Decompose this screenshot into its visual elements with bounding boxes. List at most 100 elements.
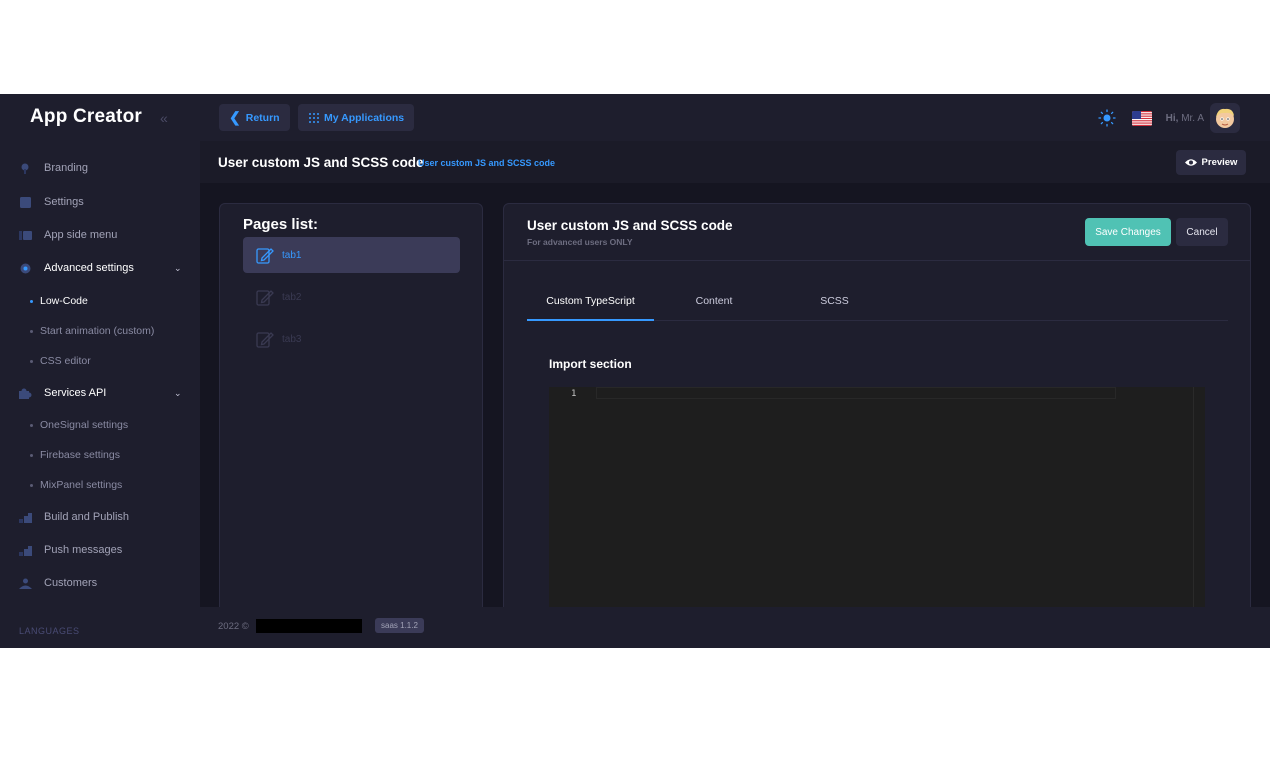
- cancel-button[interactable]: Cancel: [1176, 218, 1228, 246]
- sidebar-subitem-label: OneSignal settings: [40, 419, 129, 431]
- code-input-area[interactable]: 1: [549, 387, 1205, 624]
- chart-icon: [19, 545, 32, 556]
- avatar[interactable]: [1210, 103, 1240, 133]
- chevron-left-icon: ❮: [229, 109, 241, 125]
- my-applications-button[interactable]: My Applications: [298, 104, 415, 131]
- puzzle-icon: [19, 388, 32, 399]
- save-changes-button[interactable]: Save Changes: [1085, 218, 1171, 246]
- editor-tabs: Custom TypeScript Content SCSS: [527, 286, 1228, 321]
- sidebar-subitem-firebase[interactable]: Firebase settings: [0, 443, 200, 467]
- line-number: 1: [571, 389, 577, 399]
- return-button[interactable]: ❮ Return: [219, 104, 290, 131]
- app-window: App Creator « Branding Settings App side…: [0, 94, 1270, 648]
- page-item-tab2[interactable]: tab2: [243, 279, 460, 315]
- redacted-company-name: [256, 619, 362, 633]
- edit-page-icon: [256, 248, 274, 264]
- import-section-title: Import section: [549, 357, 632, 371]
- sidebar-item-label: App side menu: [44, 229, 118, 241]
- gear-icon: [20, 263, 31, 273]
- sidebar-subitem-onesignal[interactable]: OneSignal settings: [0, 413, 200, 437]
- brand-logo[interactable]: App Creator: [30, 106, 142, 128]
- tab-scss[interactable]: SCSS: [807, 286, 862, 321]
- current-line-highlight: [596, 387, 1116, 399]
- bullet-icon: [30, 359, 33, 363]
- return-label: Return: [245, 111, 280, 124]
- tab-custom-typescript[interactable]: Custom TypeScript: [527, 286, 654, 321]
- divider: [504, 260, 1250, 261]
- sidebar-subitem-label: CSS editor: [40, 355, 91, 367]
- paint-icon: [21, 163, 29, 174]
- sidebar-subitem-start-animation[interactable]: Start animation (custom): [0, 319, 200, 343]
- preview-label: Preview: [1201, 157, 1238, 168]
- user-toolbar: Hi, Mr. A: [1097, 103, 1240, 133]
- avatar-face-icon: [1216, 108, 1234, 128]
- menu-icon: [19, 230, 32, 240]
- preview-button[interactable]: Preview: [1176, 150, 1246, 175]
- sidebar-item-label: Branding: [44, 162, 89, 174]
- page-item-label: tab1: [282, 249, 302, 261]
- sidebar-item-label: Settings: [44, 196, 84, 208]
- page-item-tab3[interactable]: tab3: [243, 321, 460, 357]
- chevron-down-icon: ⌄: [174, 387, 182, 398]
- editor-title: User custom JS and SCSS code: [527, 218, 733, 233]
- sidebar-item-push-messages[interactable]: Push messages: [0, 536, 200, 564]
- chevron-double-left-icon[interactable]: «: [160, 110, 168, 126]
- grid-icon: [309, 112, 319, 123]
- page-item-label: tab3: [282, 333, 302, 345]
- bullet-icon: [30, 483, 33, 487]
- edit-page-icon: [256, 332, 274, 348]
- main-content: Pages list: tab1 tab2 tab3 User custom J…: [200, 183, 1270, 624]
- languages-heading: LANGUAGES: [19, 626, 80, 636]
- sidebar-subitem-label: Low-Code: [40, 295, 88, 307]
- page-item-label: tab2: [282, 291, 302, 303]
- bullet-icon: [30, 423, 33, 427]
- theme-toggle-icon[interactable]: [1097, 109, 1116, 127]
- pages-list-title: Pages list:: [243, 216, 319, 233]
- sidebar-item-services-api[interactable]: Services API ⌄: [0, 379, 200, 407]
- editor-scrollbar[interactable]: [1193, 387, 1194, 624]
- tab-content[interactable]: Content: [677, 286, 751, 321]
- sidebar-item-build-publish[interactable]: Build and Publish: [0, 503, 200, 531]
- editor-subtitle: For advanced users ONLY: [527, 237, 633, 247]
- sidebar: App Creator « Branding Settings App side…: [0, 94, 200, 648]
- sidebar-item-label: Services API: [44, 387, 107, 399]
- chevron-down-icon: ⌄: [174, 262, 182, 273]
- sidebar-item-customers[interactable]: Customers: [0, 569, 200, 597]
- code-editor-card: User custom JS and SCSS code For advance…: [503, 203, 1251, 624]
- bullet-icon: [30, 329, 33, 333]
- subheader: User custom JS and SCSS code User custom…: [200, 141, 1270, 183]
- user-icon: [19, 578, 32, 589]
- sidebar-item-label: Build and Publish: [44, 511, 130, 523]
- sidebar-subitem-low-code[interactable]: Low-Code: [0, 289, 200, 313]
- settings-icon: [20, 196, 31, 208]
- copyright-text: 2022 ©: [218, 621, 249, 632]
- sidebar-subitem-label: Start animation (custom): [40, 325, 155, 337]
- page-item-tab1[interactable]: tab1: [243, 237, 460, 273]
- pages-list-card: Pages list: tab1 tab2 tab3: [219, 203, 483, 623]
- sidebar-subitem-label: Firebase settings: [40, 449, 120, 461]
- sidebar-subitem-css-editor[interactable]: CSS editor: [0, 349, 200, 373]
- version-badge: saas 1.1.2: [375, 618, 424, 633]
- sidebar-item-label: Push messages: [44, 544, 123, 556]
- bullet-icon: [30, 299, 33, 303]
- my-applications-label: My Applications: [324, 111, 405, 124]
- sidebar-item-label: Advanced settings: [44, 262, 134, 274]
- greeting-text: Hi,: [1165, 112, 1179, 124]
- user-greeting[interactable]: Hi, Mr. A: [1166, 113, 1204, 124]
- bullet-icon: [30, 453, 33, 457]
- sidebar-subitem-label: MixPanel settings: [40, 479, 123, 491]
- sidebar-subitem-mixpanel[interactable]: MixPanel settings: [0, 473, 200, 497]
- sidebar-item-label: Customers: [44, 577, 98, 589]
- eye-icon: [1184, 159, 1197, 166]
- sidebar-item-branding[interactable]: Branding: [0, 154, 200, 182]
- page-title: User custom JS and SCSS code: [218, 155, 424, 170]
- sidebar-item-app-side-menu[interactable]: App side menu: [0, 221, 200, 249]
- us-flag-icon[interactable]: [1131, 110, 1152, 126]
- sidebar-item-advanced-settings[interactable]: Advanced settings ⌄: [0, 254, 200, 282]
- sidebar-item-settings[interactable]: Settings: [0, 188, 200, 216]
- breadcrumb[interactable]: User custom JS and SCSS code: [418, 158, 555, 168]
- user-name: Mr. A: [1181, 112, 1204, 124]
- chart-icon: [19, 512, 32, 523]
- edit-page-icon: [256, 290, 274, 306]
- top-bar: ❮ Return My Applications Hi, Mr. A: [200, 94, 1270, 141]
